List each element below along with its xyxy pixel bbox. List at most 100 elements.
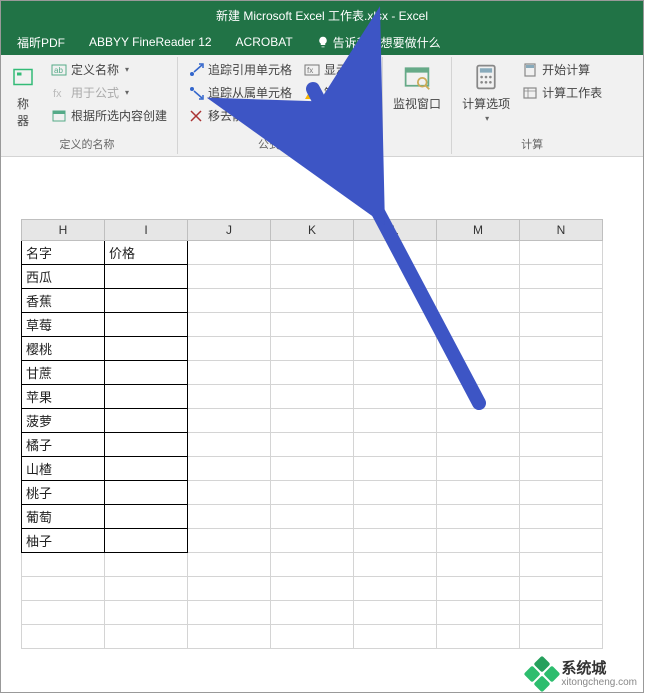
- cell[interactable]: [105, 505, 188, 529]
- cell[interactable]: [437, 505, 520, 529]
- cell[interactable]: 名字: [22, 241, 105, 265]
- cell[interactable]: [105, 409, 188, 433]
- cell[interactable]: [354, 337, 437, 361]
- cell[interactable]: 西瓜: [22, 265, 105, 289]
- cell[interactable]: [354, 529, 437, 553]
- watch-window-button[interactable]: 监视窗口: [389, 59, 445, 114]
- cell[interactable]: [271, 481, 354, 505]
- cell[interactable]: [354, 433, 437, 457]
- cell[interactable]: [105, 313, 188, 337]
- cell[interactable]: [437, 529, 520, 553]
- cell[interactable]: [105, 625, 188, 649]
- cell[interactable]: [437, 553, 520, 577]
- cell[interactable]: [271, 457, 354, 481]
- cell[interactable]: [188, 481, 271, 505]
- cell[interactable]: [354, 601, 437, 625]
- cell[interactable]: [437, 409, 520, 433]
- cell[interactable]: [437, 625, 520, 649]
- cell[interactable]: [188, 457, 271, 481]
- cell[interactable]: [437, 433, 520, 457]
- cell[interactable]: [271, 289, 354, 313]
- cell[interactable]: [188, 433, 271, 457]
- cell[interactable]: [188, 385, 271, 409]
- cell[interactable]: [105, 265, 188, 289]
- cell[interactable]: [354, 241, 437, 265]
- cell[interactable]: [271, 433, 354, 457]
- cell[interactable]: [188, 265, 271, 289]
- cell[interactable]: [188, 529, 271, 553]
- show-formulas-button[interactable]: fx 显示公式: [300, 59, 376, 80]
- tab-acrobat[interactable]: ACROBAT: [224, 31, 305, 53]
- cell[interactable]: [520, 433, 603, 457]
- cell[interactable]: [188, 337, 271, 361]
- cell[interactable]: [354, 625, 437, 649]
- cell[interactable]: [437, 481, 520, 505]
- calculate-sheet-button[interactable]: 计算工作表: [518, 82, 606, 103]
- cell[interactable]: [271, 505, 354, 529]
- cell[interactable]: [437, 601, 520, 625]
- cell[interactable]: [354, 313, 437, 337]
- create-from-selection-button[interactable]: 根据所选内容创建: [47, 105, 171, 126]
- cell[interactable]: [520, 289, 603, 313]
- cell[interactable]: [105, 337, 188, 361]
- cell[interactable]: [520, 241, 603, 265]
- cell[interactable]: [354, 265, 437, 289]
- cell[interactable]: [271, 241, 354, 265]
- cell[interactable]: [271, 553, 354, 577]
- cell[interactable]: 山楂: [22, 457, 105, 481]
- cell[interactable]: 葡萄: [22, 505, 105, 529]
- cell[interactable]: [520, 481, 603, 505]
- cell[interactable]: [271, 625, 354, 649]
- cell[interactable]: 桃子: [22, 481, 105, 505]
- cell[interactable]: [22, 625, 105, 649]
- cell[interactable]: [437, 577, 520, 601]
- cell[interactable]: [22, 553, 105, 577]
- cell[interactable]: [354, 409, 437, 433]
- cell[interactable]: 苹果: [22, 385, 105, 409]
- cell[interactable]: [22, 577, 105, 601]
- column-header-L[interactable]: L: [354, 220, 437, 241]
- cell[interactable]: [271, 361, 354, 385]
- cell[interactable]: 草莓: [22, 313, 105, 337]
- cell[interactable]: [105, 385, 188, 409]
- cell[interactable]: 香蕉: [22, 289, 105, 313]
- tab-abbyy[interactable]: ABBYY FineReader 12: [77, 31, 224, 53]
- cell[interactable]: [105, 601, 188, 625]
- column-header-K[interactable]: K: [271, 220, 354, 241]
- cell[interactable]: 菠萝: [22, 409, 105, 433]
- cell[interactable]: [520, 505, 603, 529]
- cell[interactable]: [520, 577, 603, 601]
- cell[interactable]: [22, 601, 105, 625]
- cell[interactable]: 樱桃: [22, 337, 105, 361]
- cell[interactable]: [271, 313, 354, 337]
- trace-dependents-button[interactable]: 追踪从属单元格: [184, 82, 296, 103]
- cell[interactable]: [354, 361, 437, 385]
- cell[interactable]: [437, 313, 520, 337]
- cell[interactable]: [105, 289, 188, 313]
- cell[interactable]: [520, 361, 603, 385]
- column-header-N[interactable]: N: [520, 220, 603, 241]
- spreadsheet-grid[interactable]: HIJKLMN 名字价格西瓜香蕉草莓樱桃甘蔗苹果菠萝橘子山楂桃子葡萄柚子: [21, 219, 603, 649]
- cell[interactable]: [354, 505, 437, 529]
- cell[interactable]: [271, 577, 354, 601]
- cell[interactable]: [188, 409, 271, 433]
- tab-foxit-pdf[interactable]: 福昕PDF: [5, 30, 77, 55]
- column-header-M[interactable]: M: [437, 220, 520, 241]
- cell[interactable]: [520, 409, 603, 433]
- cell[interactable]: [437, 337, 520, 361]
- tell-me-search[interactable]: 告诉我你想要做什么: [305, 30, 453, 55]
- cell[interactable]: 柚子: [22, 529, 105, 553]
- cell[interactable]: [520, 625, 603, 649]
- cell[interactable]: [520, 385, 603, 409]
- cell[interactable]: [520, 337, 603, 361]
- cell[interactable]: [105, 433, 188, 457]
- cell[interactable]: [354, 553, 437, 577]
- cell[interactable]: [188, 289, 271, 313]
- cell[interactable]: [188, 601, 271, 625]
- spreadsheet-area[interactable]: HIJKLMN 名字价格西瓜香蕉草莓樱桃甘蔗苹果菠萝橘子山楂桃子葡萄柚子: [1, 159, 643, 692]
- cell[interactable]: [437, 241, 520, 265]
- cell[interactable]: [437, 457, 520, 481]
- cell[interactable]: [520, 265, 603, 289]
- cell[interactable]: [271, 385, 354, 409]
- column-header-H[interactable]: H: [22, 220, 105, 241]
